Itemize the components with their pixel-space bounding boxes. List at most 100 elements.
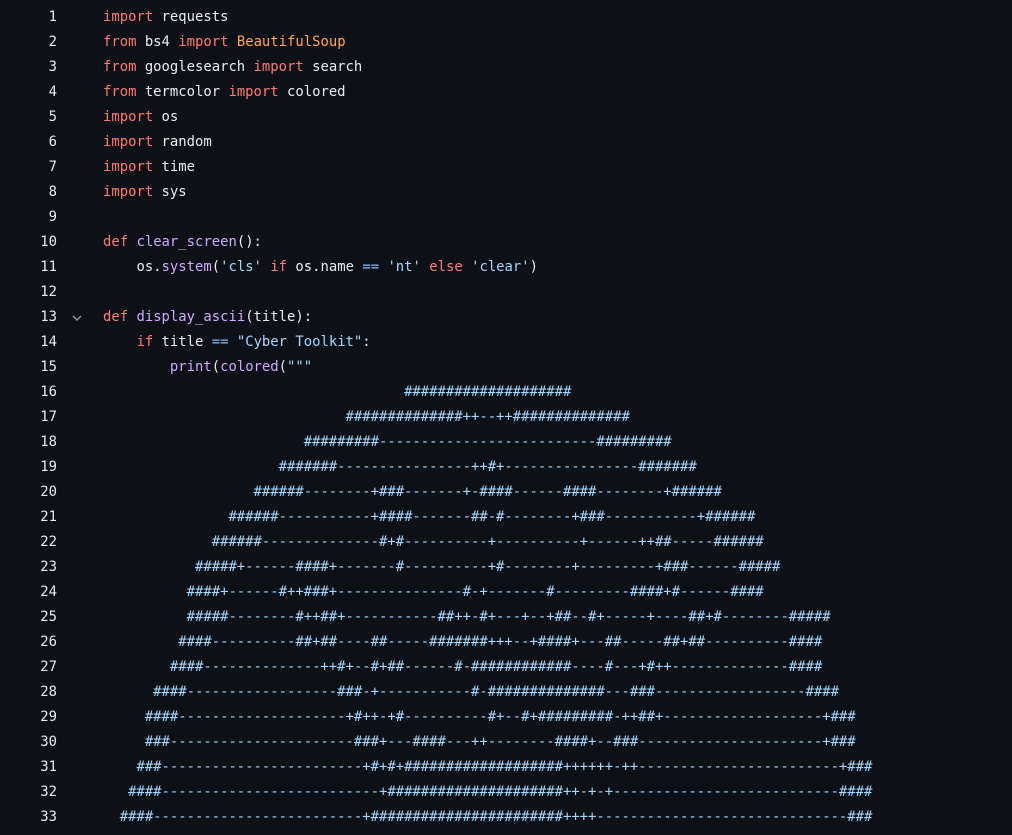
code-text[interactable]: ####--------------------+#++-+#---------… [103,705,856,730]
code-token: colored [220,359,279,375]
code-line[interactable]: 8 import sys [0,180,1012,205]
code-text[interactable]: import time [103,155,195,180]
code-line[interactable]: 12 [0,280,1012,305]
code-text[interactable]: #######----------------++#+-------------… [103,455,697,480]
code-line[interactable]: 7 import time [0,155,1012,180]
line-number: 25 [40,609,57,625]
code-text[interactable]: ####--------------------------+#########… [103,780,872,805]
code-text[interactable]: if title == "Cyber Toolkit": [103,330,370,355]
code-editor[interactable]: 1 import requests 2 from bs4 import Beautif… [0,5,1012,830]
line-number: 1 [48,9,57,25]
code-text[interactable]: from googlesearch import search [103,55,362,80]
code-text[interactable]: #########--------------------------#####… [103,430,672,455]
code-text[interactable]: import os [103,105,178,130]
code-token: 'nt' [387,259,421,275]
code-text[interactable]: from bs4 import BeautifulSoup [103,30,346,55]
code-line[interactable]: 10 def clear_screen(): [0,230,1012,255]
line-number: 15 [40,359,57,375]
code-line[interactable]: 18 #########--------------------------##… [0,430,1012,455]
code-token: #########--------------------------#####… [103,434,672,450]
line-number: 9 [48,209,57,225]
line-number: 26 [40,634,57,650]
code-line[interactable]: 3 from googlesearch import search [0,55,1012,80]
code-text[interactable]: ####--------------++#+--#+##------#-####… [103,655,822,680]
code-line[interactable]: 24 ####+------#++###+---------------#-+-… [0,580,1012,605]
code-line[interactable]: 11 os.system('cls' if os.name == 'nt' el… [0,255,1012,280]
code-token: 'cls' [220,259,262,275]
code-token: from [103,34,137,50]
line-number: 19 [40,459,57,475]
code-line[interactable]: 32 ####--------------------------+######… [0,780,1012,805]
code-text[interactable]: os.system('cls' if os.name == 'nt' else … [103,255,538,280]
code-line[interactable]: 21 ######-----------+####-------##-#----… [0,505,1012,530]
code-text[interactable]: ######-----------+####-------##-#-------… [103,505,755,530]
code-text[interactable]: #################### [103,380,571,405]
code-text[interactable]: ######--------------#+#----------+------… [103,530,764,555]
code-text[interactable]: #####+------####+-------#----------+#---… [103,555,780,580]
code-line[interactable]: 2 from bs4 import BeautifulSoup [0,30,1012,55]
code-token: == [211,334,229,350]
code-token: BeautifulSoup [236,34,346,50]
code-token: def [103,234,129,250]
line-number: 24 [40,584,57,600]
code-line[interactable]: 22 ######--------------#+#----------+---… [0,530,1012,555]
code-text[interactable]: ####------------------###-+-----------#-… [103,680,839,705]
code-line[interactable]: 29 ####--------------------+#++-+#------… [0,705,1012,730]
code-token: "Cyber Toolkit" [236,334,363,350]
code-token: sys [153,184,187,200]
code-line[interactable]: 15 print(colored(""" [0,355,1012,380]
code-token: ##############++--++############## [103,409,630,425]
code-line[interactable]: 4 from termcolor import colored [0,80,1012,105]
code-line[interactable]: 28 ####------------------###-+----------… [0,680,1012,705]
line-number: 6 [48,134,57,150]
code-text[interactable]: from termcolor import colored [103,80,346,105]
code-line[interactable]: 5 import os [0,105,1012,130]
code-text[interactable]: ####+------#++###+---------------#-+----… [103,580,764,605]
code-text[interactable]: def display_ascii(title): [103,305,312,330]
line-number: 23 [40,559,57,575]
code-line[interactable]: 9 [0,205,1012,230]
code-text[interactable]: import random [103,130,212,155]
line-number: 18 [40,434,57,450]
line-number: 4 [48,84,57,100]
code-line[interactable]: 17 ##############++--++############## [0,405,1012,430]
code-text[interactable]: import sys [103,180,187,205]
code-token: """ [287,359,313,375]
code-text[interactable]: import requests [103,5,228,30]
code-line[interactable]: 1 import requests [0,5,1012,30]
code-token: ####--------------++#+--#+##------#-####… [103,659,823,675]
line-number: 8 [48,184,57,200]
line-number: 11 [40,259,57,275]
code-text[interactable]: def clear_screen(): [103,230,262,255]
code-text[interactable]: ####----------##+##----##-----#######+++… [103,630,822,655]
code-token: ###------------------------+#+#+########… [103,759,873,775]
code-text[interactable]: ###------------------------+#+#+########… [103,755,872,780]
code-token: ####+------#++###+---------------#-+----… [103,584,764,600]
line-number: 20 [40,484,57,500]
code-line[interactable]: 25 #####--------#++##+-----------##++-#+… [0,605,1012,630]
code-line[interactable]: 26 ####----------##+##----##-----#######… [0,630,1012,655]
code-line[interactable]: 20 ######--------+###-------+-####------… [0,480,1012,505]
code-text[interactable]: ####-------------------------+##########… [103,805,873,830]
chevron-down-icon[interactable] [70,305,84,330]
code-token: def [103,309,129,325]
code-text[interactable]: ##############++--++############## [103,405,630,430]
code-text[interactable]: ######--------+###-------+-####------###… [103,480,722,505]
code-line[interactable]: 23 #####+------####+-------#----------+#… [0,555,1012,580]
code-line[interactable]: 14 if title == "Cyber Toolkit": [0,330,1012,355]
code-line[interactable]: 27 ####--------------++#+--#+##------#-#… [0,655,1012,680]
code-line[interactable]: 33 ####-------------------------+#######… [0,805,1012,830]
code-line[interactable]: 19 #######----------------++#+----------… [0,455,1012,480]
code-line[interactable]: 31 ###------------------------+#+#+#####… [0,755,1012,780]
code-text[interactable]: ###----------------------###+---####---+… [103,730,856,755]
code-line[interactable]: 30 ###----------------------###+---####-… [0,730,1012,755]
code-line[interactable]: 16 #################### [0,380,1012,405]
code-line[interactable]: 13 def display_ascii(title): [0,305,1012,330]
code-text[interactable]: #####--------#++##+-----------##++-#+---… [103,605,831,630]
code-line[interactable]: 6 import random [0,130,1012,155]
code-token: import [103,109,154,125]
code-text[interactable]: print(colored(""" [103,355,312,380]
code-token: os. [103,259,162,275]
